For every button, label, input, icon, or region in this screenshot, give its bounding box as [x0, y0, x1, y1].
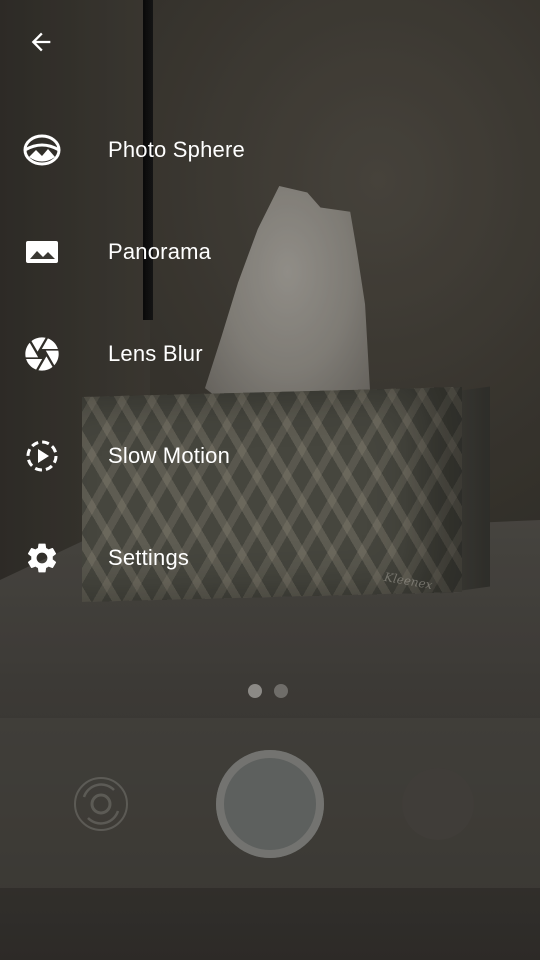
page-dot-1 — [248, 684, 262, 698]
menu-item-panorama[interactable]: Panorama — [0, 212, 540, 292]
arrow-left-icon — [31, 32, 51, 52]
menu-item-label: Panorama — [108, 239, 212, 264]
page-dot-2 — [274, 684, 288, 698]
panorama-icon — [22, 232, 62, 272]
slow-motion-icon — [22, 436, 62, 476]
menu-item-label: Slow Motion — [108, 443, 231, 468]
back-button[interactable] — [20, 22, 62, 62]
menu-item-label: Lens Blur — [108, 341, 203, 366]
gear-icon — [22, 538, 62, 578]
menu-item-label: Photo Sphere — [108, 137, 245, 162]
shutter-button[interactable] — [216, 750, 324, 858]
gallery-thumbnail[interactable] — [402, 768, 474, 840]
menu-item-label: Settings — [108, 545, 190, 570]
menu-item-lens-blur[interactable]: Lens Blur — [0, 314, 540, 394]
photo-sphere-icon — [22, 130, 62, 170]
switch-camera-button[interactable] — [72, 775, 130, 833]
camera-screen: Kleenex Photo Sphere Panorama Lens Blur … — [0, 0, 540, 960]
menu-item-settings[interactable]: Settings — [0, 518, 540, 598]
menu-item-photo-sphere[interactable]: Photo Sphere — [0, 110, 540, 190]
switch-camera-icon — [74, 777, 128, 831]
page-indicator — [248, 684, 288, 698]
menu-item-slow-motion[interactable]: Slow Motion — [0, 416, 540, 496]
aperture-icon — [22, 334, 62, 374]
